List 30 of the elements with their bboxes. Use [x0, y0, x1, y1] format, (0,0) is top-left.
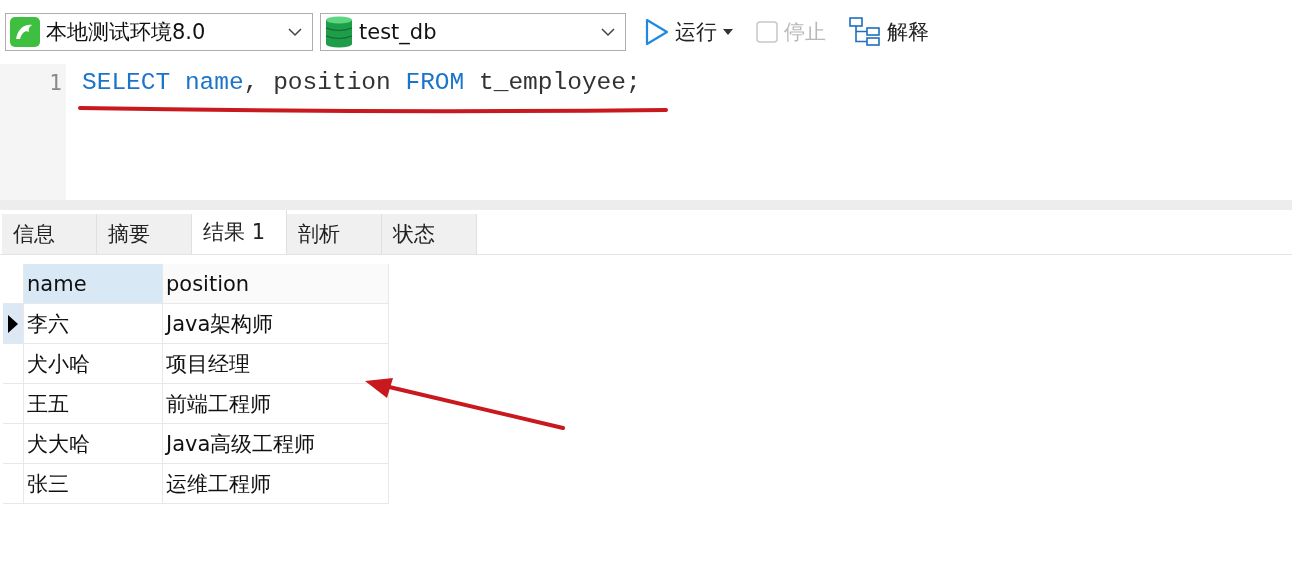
tree-icon	[849, 17, 881, 47]
line-number: 1	[48, 70, 63, 97]
table-cell: 犬小哈	[23, 344, 162, 383]
splitter-bar[interactable]	[0, 200, 1292, 210]
play-icon	[645, 18, 669, 46]
table-cell: 犬大哈	[23, 424, 162, 463]
result-tab[interactable]: 信息	[2, 214, 97, 254]
run-button[interactable]: 运行	[641, 18, 737, 46]
result-tab[interactable]: 摘要	[97, 214, 192, 254]
chevron-down-icon	[288, 27, 302, 37]
chevron-down-icon	[601, 27, 615, 37]
table-cell: 王五	[23, 384, 162, 423]
square-icon	[756, 21, 778, 43]
current-row-icon	[8, 314, 18, 333]
explain-button[interactable]: 解释	[845, 17, 933, 47]
table-cell: 李六	[23, 304, 162, 343]
table-cell: Java架构师	[162, 304, 389, 343]
sql-code-line: SELECT name, position FROM t_employee;	[82, 68, 641, 98]
table-cell: Java高级工程师	[162, 424, 389, 463]
column-header[interactable]: name	[23, 264, 162, 303]
table-cell: 张三	[23, 464, 162, 503]
caret-icon	[723, 29, 733, 35]
connection-select[interactable]: 本地测试环境8.0	[5, 13, 313, 51]
column-header[interactable]: position	[162, 264, 389, 303]
database-icon	[325, 16, 353, 48]
database-select[interactable]: test_db	[320, 13, 626, 51]
result-tab[interactable]: 状态	[382, 214, 477, 254]
dolphin-icon	[10, 17, 40, 47]
result-tab[interactable]: 剖析	[287, 214, 382, 254]
table-cell: 运维工程师	[162, 464, 389, 503]
